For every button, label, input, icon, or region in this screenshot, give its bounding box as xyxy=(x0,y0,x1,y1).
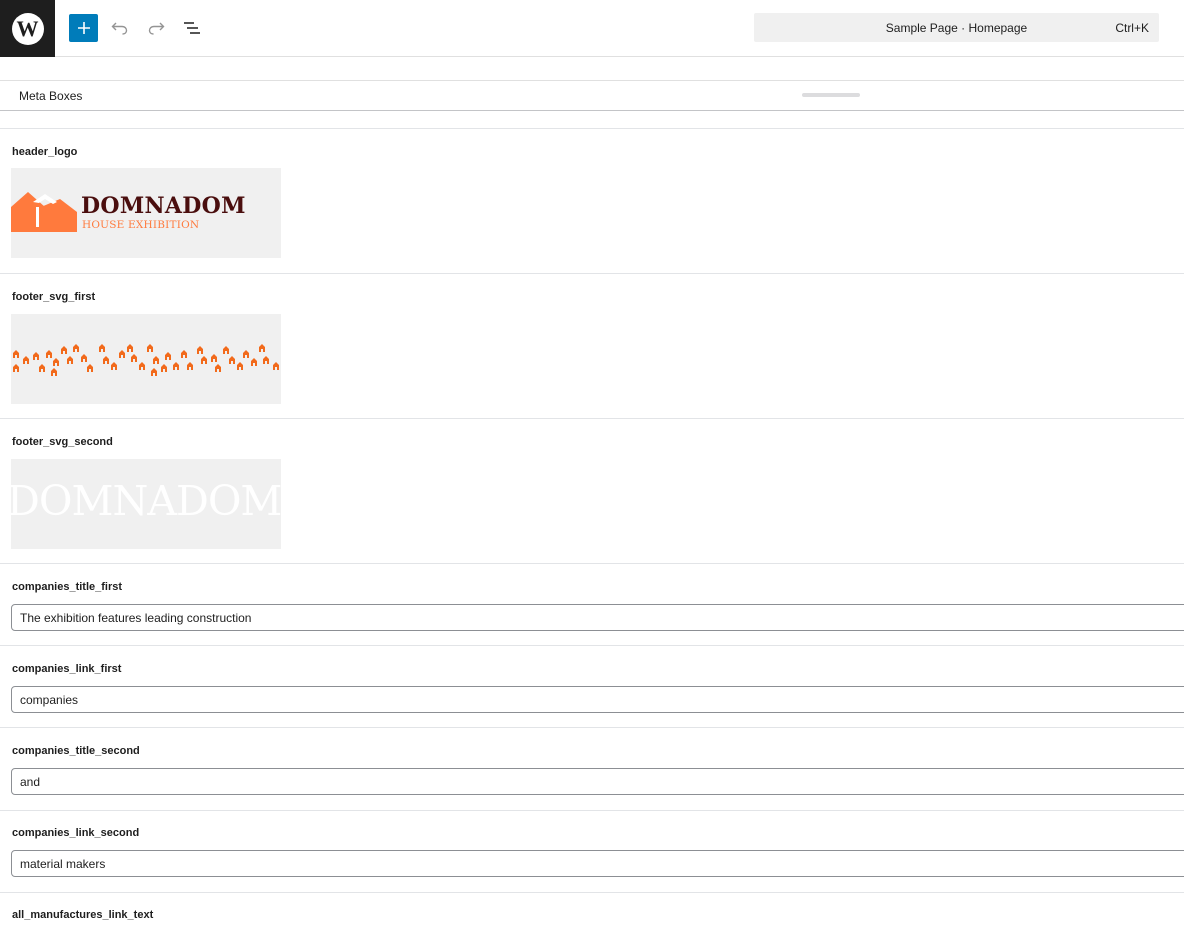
companies-title-second-input[interactable]: and xyxy=(11,768,1184,795)
keyboard-shortcut: Ctrl+K xyxy=(1115,21,1149,35)
wordpress-logo-glyph: W xyxy=(16,15,39,41)
editor-toolbar: W Sample Page · Homepage Ctrl+K xyxy=(0,0,1184,57)
field-footer-svg-first: footer_svg_first xyxy=(0,273,1184,418)
redo-icon xyxy=(148,22,165,35)
companies-link-first-input[interactable]: companies xyxy=(11,686,1184,713)
plus-icon xyxy=(77,22,90,34)
companies-title-first-input[interactable]: The exhibition features leading construc… xyxy=(11,604,1184,631)
field-label: companies_link_first xyxy=(12,663,122,675)
field-label: all_manufactures_link_text xyxy=(12,909,154,921)
header-logo-image[interactable]: DOMNADOM HOUSE EXHIBITION xyxy=(11,168,281,258)
field-companies-link-second: companies_link_second material makers xyxy=(0,810,1184,892)
footer-svg-second-image[interactable]: DOMNADOM xyxy=(11,459,281,549)
document-overview-button[interactable] xyxy=(179,15,205,41)
meta-boxes-panel-header[interactable]: Meta Boxes xyxy=(0,80,1184,111)
field-label: footer_svg_second xyxy=(12,436,113,448)
command-palette-bar[interactable]: Sample Page · Homepage Ctrl+K xyxy=(754,13,1159,42)
field-footer-svg-second: footer_svg_second DOMNADOM xyxy=(0,418,1184,563)
field-label: companies_link_second xyxy=(12,827,140,839)
field-label: companies_title_first xyxy=(12,581,123,593)
add-block-button[interactable] xyxy=(69,14,98,42)
list-view-icon xyxy=(184,22,200,34)
field-companies-link-first: companies_link_first companies xyxy=(0,645,1184,727)
field-companies-title-first: companies_title_first The exhibition fea… xyxy=(0,563,1184,645)
field-label: companies_title_second xyxy=(12,745,140,757)
field-companies-title-second: companies_title_second and xyxy=(0,727,1184,810)
logo-subtitle: HOUSE EXHIBITION xyxy=(82,219,200,231)
undo-icon xyxy=(111,22,128,35)
wordpress-logo-button[interactable]: W xyxy=(0,0,55,57)
footer-svg-first-image[interactable] xyxy=(11,314,281,404)
undo-button[interactable] xyxy=(107,15,133,41)
field-all-manufactures-link-text: all_manufactures_link_text xyxy=(0,892,1184,926)
companies-link-second-input[interactable]: material makers xyxy=(11,850,1184,877)
wordpress-icon: W xyxy=(11,12,44,45)
redo-button[interactable] xyxy=(143,15,169,41)
field-label: header_logo xyxy=(12,146,78,158)
footer-wordmark: DOMNADOM xyxy=(11,477,281,525)
resize-handle[interactable] xyxy=(802,93,860,97)
houses-pattern-icon xyxy=(13,344,279,376)
field-header-logo: header_logo DOMNADOM HOUSE EXHIBITION xyxy=(0,128,1184,273)
house-logo-icon xyxy=(11,192,77,232)
document-title: Sample Page · Homepage xyxy=(885,21,1028,35)
logo-title: DOMNADOM xyxy=(81,193,246,219)
field-label: footer_svg_first xyxy=(12,291,96,303)
meta-boxes-title: Meta Boxes xyxy=(19,89,83,103)
